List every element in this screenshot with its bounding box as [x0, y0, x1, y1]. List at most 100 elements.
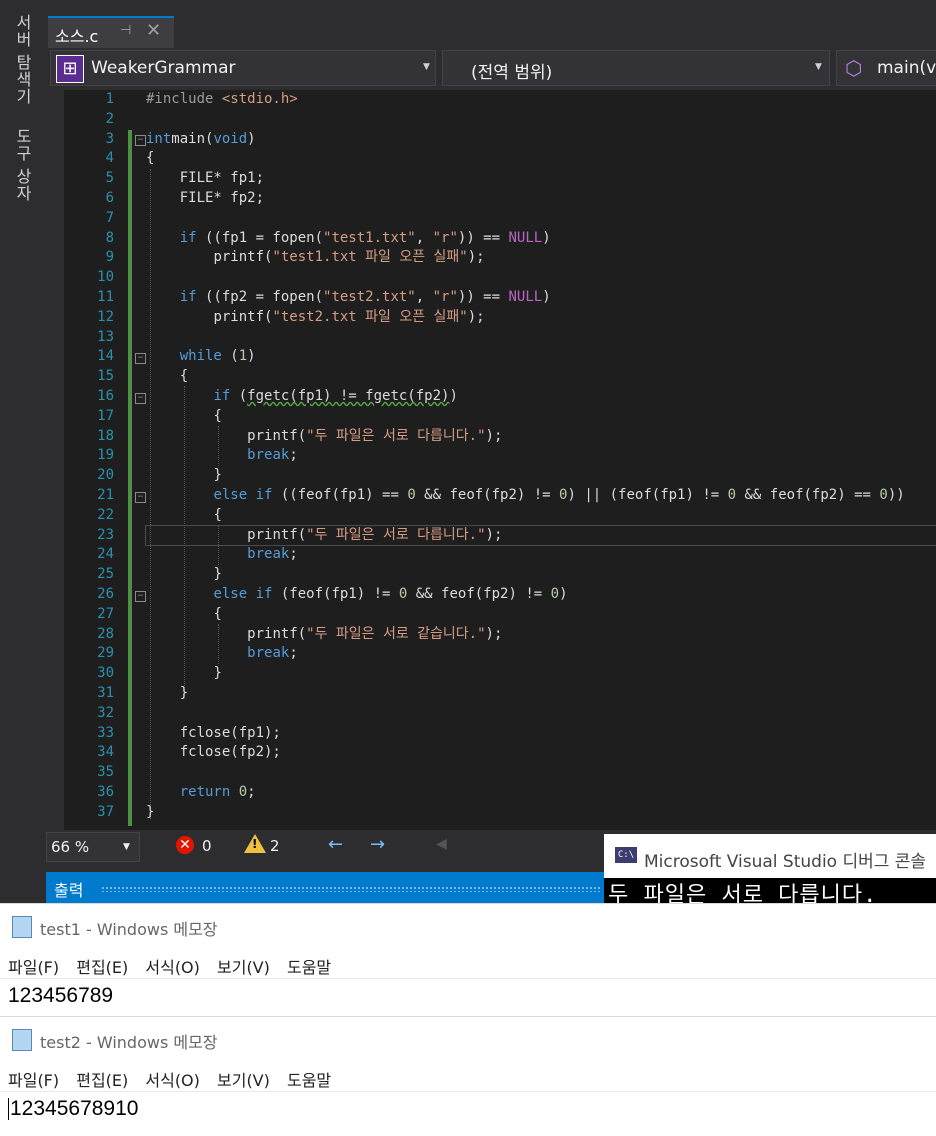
menu-help[interactable]: 도움말	[287, 1071, 331, 1090]
code-line[interactable]: #include <stdio.h>	[146, 90, 936, 110]
line-number: 18	[97, 427, 114, 444]
code-line[interactable]: break;	[146, 644, 936, 664]
code-line[interactable]: break;	[146, 545, 936, 565]
fold-toggle[interactable]: −	[135, 135, 146, 146]
scroll-left-icon[interactable]: ◀	[436, 836, 447, 852]
notepad-text-area[interactable]: 12345678910	[8, 1097, 138, 1121]
code-line[interactable]: while (1)	[146, 347, 936, 367]
menu-file[interactable]: 파일(F)	[8, 958, 59, 977]
menu-edit[interactable]: 편집(E)	[76, 958, 128, 977]
code-editor[interactable]: 1 2 3 4 5 6 7 8 9 10 11 12 13 14 15 16 17 18 19 20 21 22 23 24 2…	[64, 90, 936, 830]
document-tab[interactable]: 소스.c ⊣ ✕	[48, 16, 174, 48]
code-line[interactable]	[146, 110, 936, 130]
server-explorer-tab[interactable]: 서버 탐색기	[10, 14, 34, 105]
menu-view[interactable]: 보기(V)	[217, 1071, 270, 1090]
code-text[interactable]: #include <stdio.h> intmain(void){ FILE* f…	[145, 90, 936, 823]
code-line[interactable]: if ((fp1 = fopen("test1.txt", "r")) == N…	[146, 229, 936, 249]
line-number: 7	[105, 209, 114, 226]
menu-help[interactable]: 도움말	[287, 958, 331, 977]
menu-view[interactable]: 보기(V)	[217, 958, 270, 977]
code-token: }	[146, 803, 155, 820]
menu-format[interactable]: 서식(O)	[145, 1071, 200, 1090]
code-token: );	[467, 308, 485, 325]
code-token: ;	[289, 546, 298, 563]
code-line[interactable]: else if ((feof(fp1) == 0 && feof(fp2) !=…	[146, 486, 936, 506]
project-dropdown[interactable]: ⊞ WeakerGrammar ▼	[50, 50, 436, 86]
code-line[interactable]: if ((fp2 = fopen("test2.txt", "r")) == N…	[146, 288, 936, 308]
debug-console-titlebar[interactable]: C:\ Microsoft Visual Studio 디버그 콘솔	[604, 834, 936, 878]
fold-toggle[interactable]: −	[135, 492, 146, 503]
code-line[interactable]: FILE* fp1;	[146, 169, 936, 189]
code-token: )	[542, 229, 551, 246]
fold-toggle[interactable]: −	[135, 591, 146, 602]
code-line[interactable]: printf("두 파일은 서로 같습니다.");	[146, 625, 936, 645]
code-line[interactable]: {	[146, 605, 936, 625]
notepad-text-area[interactable]: 123456789	[8, 984, 113, 1008]
console-output: 두 파일은 서로 다릅니다.	[608, 883, 878, 903]
code-line[interactable]: fclose(fp1);	[146, 724, 936, 744]
menu-edit[interactable]: 편집(E)	[76, 1071, 128, 1090]
output-panel-header[interactable]: 출력	[46, 872, 606, 903]
line-number: 6	[105, 189, 114, 206]
fold-toggle[interactable]: −	[135, 393, 146, 404]
code-line[interactable]: }	[146, 664, 936, 684]
toolbox-tab[interactable]: 도구 상자	[10, 128, 34, 202]
code-line[interactable]: }	[146, 565, 936, 585]
error-icon[interactable]: ✕	[176, 836, 194, 854]
zoom-dropdown[interactable]: 66 % ▼	[46, 832, 140, 862]
code-line[interactable]: {	[146, 149, 936, 169]
code-line[interactable]: break;	[146, 446, 936, 466]
menu-file[interactable]: 파일(F)	[8, 1071, 59, 1090]
arrow-right-icon[interactable]: →	[370, 834, 385, 855]
code-line[interactable]: printf("test2.txt 파일 오픈 실패");	[146, 308, 936, 328]
code-token: printf(	[213, 249, 273, 266]
code-token: && feof(fp2) !=	[407, 585, 551, 602]
chevron-down-icon: ▼	[423, 62, 430, 72]
line-number: 37	[97, 803, 114, 820]
code-line[interactable]: return 0;	[146, 783, 936, 803]
code-line[interactable]: {	[146, 367, 936, 387]
code-token: "두 파일은 서로 다릅니다."	[306, 427, 486, 444]
code-line[interactable]	[146, 209, 936, 229]
code-line[interactable]: printf("두 파일은 서로 다릅니다.");	[145, 524, 936, 547]
code-line[interactable]	[146, 328, 936, 348]
drag-handle[interactable]	[101, 886, 601, 892]
code-line[interactable]: printf("두 파일은 서로 다릅니다.");	[146, 427, 936, 447]
pin-icon[interactable]: ⊣	[120, 23, 131, 38]
code-line[interactable]: intmain(void)	[146, 130, 936, 150]
code-token: }	[213, 467, 222, 484]
code-line[interactable]	[146, 268, 936, 288]
menu-format[interactable]: 서식(O)	[145, 958, 200, 977]
code-line[interactable]: FILE* fp2;	[146, 189, 936, 209]
fold-toggle[interactable]: −	[135, 353, 146, 364]
code-token: 0	[407, 486, 416, 503]
code-token: printf(	[247, 526, 307, 543]
member-dropdown[interactable]: ⬡ main(void)	[836, 50, 936, 86]
code-line[interactable]: }	[146, 803, 936, 823]
warning-icon[interactable]: !	[244, 834, 266, 853]
debug-console-window: C:\ Microsoft Visual Studio 디버그 콘솔 두 파일은…	[604, 834, 936, 903]
code-line[interactable]: {	[146, 407, 936, 427]
code-line[interactable]: if (fgetc(fp1) != fgetc(fp2))	[146, 387, 936, 407]
code-line[interactable]	[146, 763, 936, 783]
code-line[interactable]	[146, 704, 936, 724]
close-icon[interactable]: ✕	[146, 20, 161, 41]
scope-dropdown[interactable]: (전역 범위) ▼	[442, 50, 830, 86]
arrow-left-icon[interactable]: ←	[328, 834, 343, 855]
code-line[interactable]: else if (feof(fp1) != 0 && feof(fp2) != …	[146, 585, 936, 605]
code-line[interactable]: }	[146, 684, 936, 704]
code-line[interactable]: {	[146, 506, 936, 526]
code-line[interactable]: fclose(fp2);	[146, 743, 936, 763]
code-line[interactable]: }	[146, 466, 936, 486]
code-line[interactable]: printf("test1.txt 파일 오픈 실패");	[146, 248, 936, 268]
code-token: NULL	[508, 288, 543, 305]
